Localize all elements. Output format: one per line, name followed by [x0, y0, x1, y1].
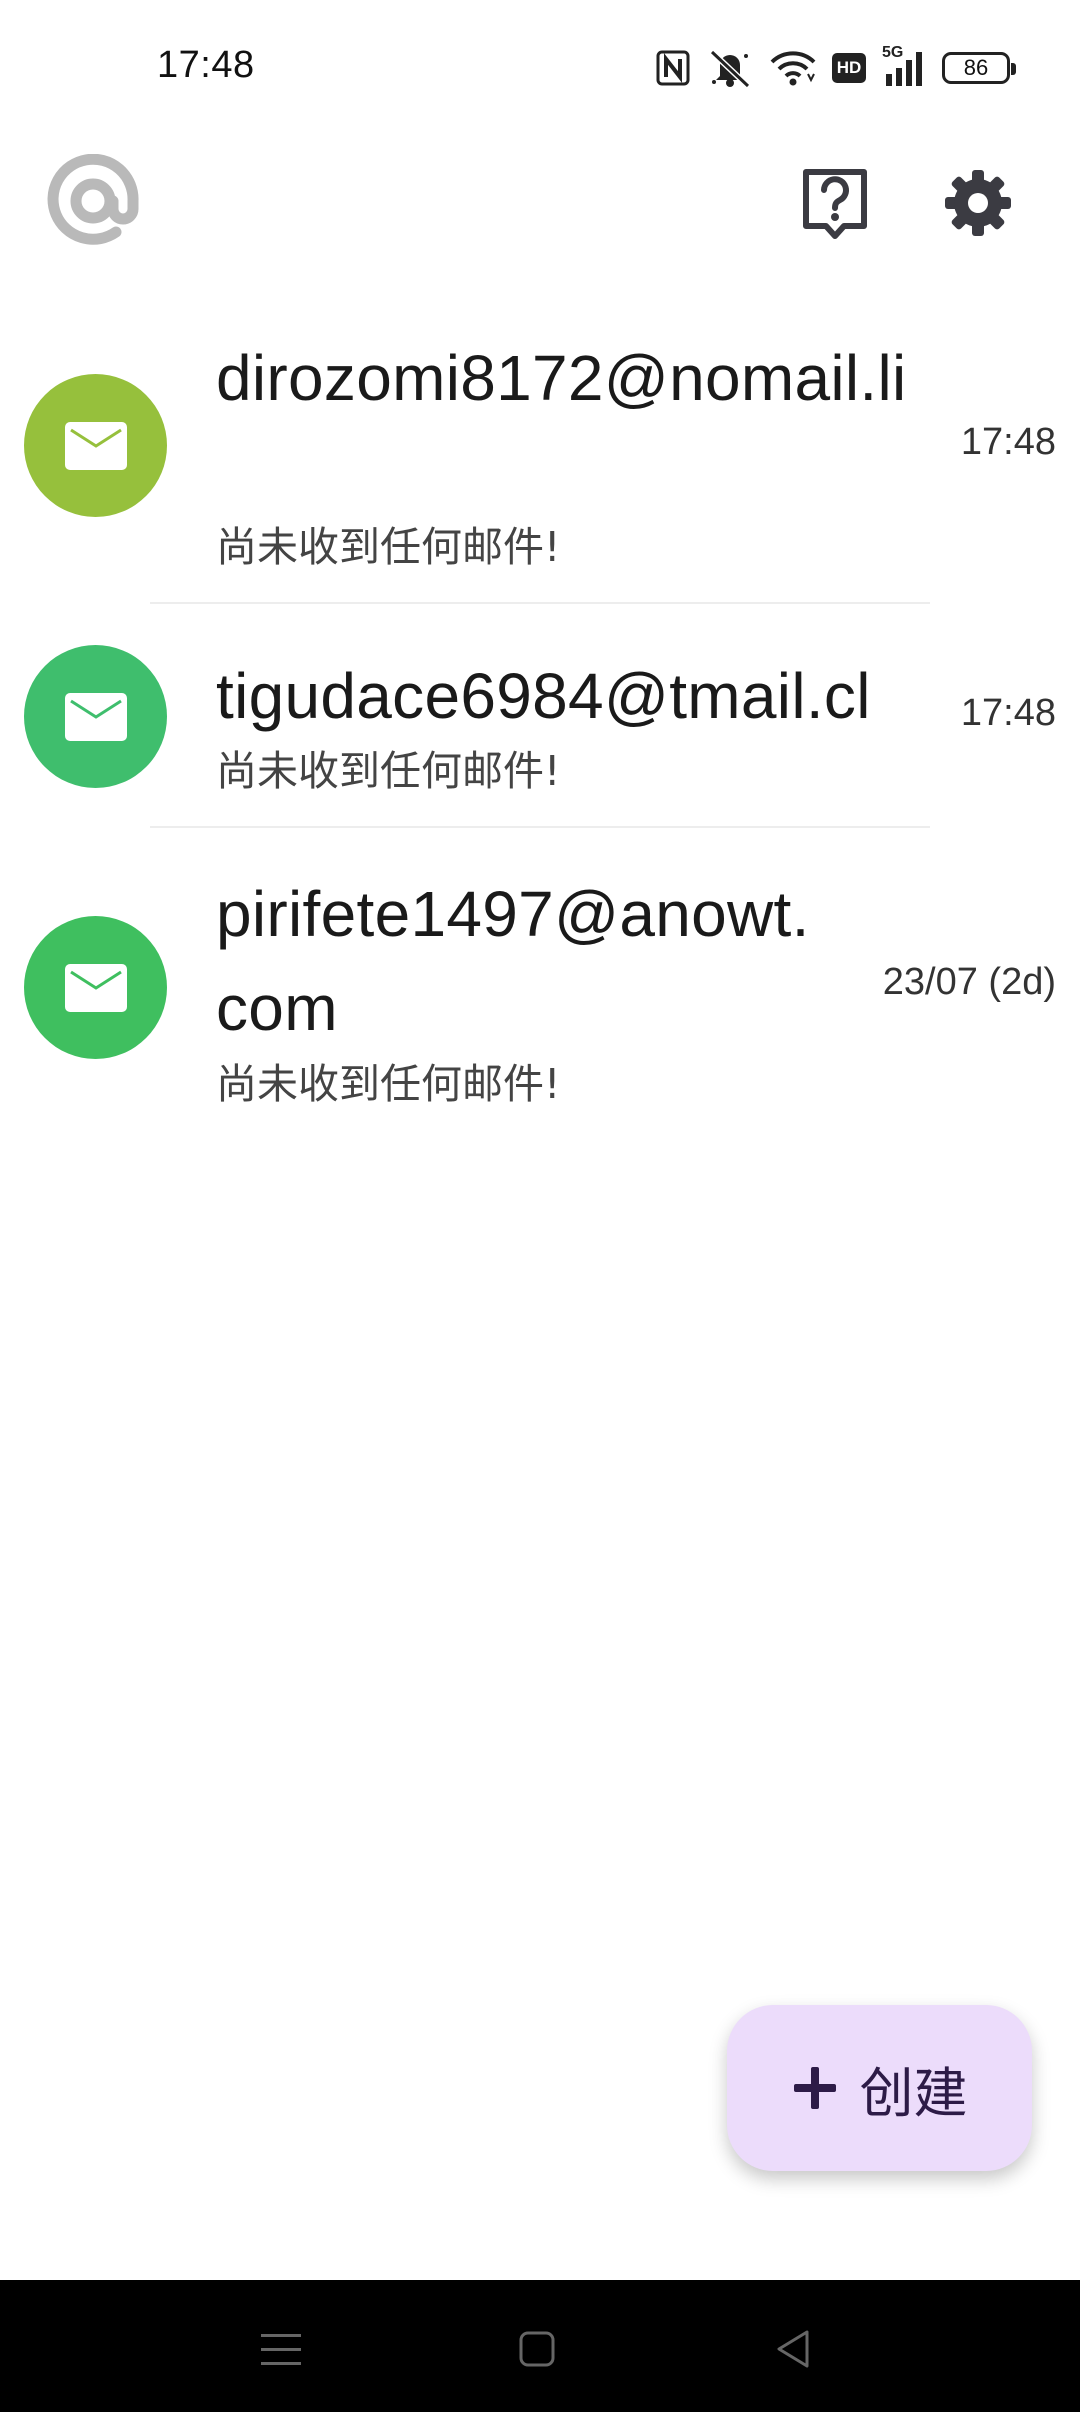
gear-icon[interactable] — [943, 168, 1013, 238]
email-status: 尚未收到任何邮件! — [216, 747, 561, 795]
screen: 17:48 HD 5G 86 dirozomi8172@nomail.li 尚未… — [0, 0, 1080, 2412]
email-address: tigudace6984@tmail.cl — [216, 660, 871, 732]
hd-icon: HD — [832, 53, 866, 83]
menu-icon[interactable] — [251, 2320, 311, 2380]
at-sign-icon — [46, 153, 140, 248]
list-item[interactable]: dirozomi8172@nomail.li 尚未收到任何邮件! 17:48 — [0, 320, 1080, 602]
nfc-icon — [656, 50, 690, 86]
list-item[interactable]: pirifete1497@anowt.com 尚未收到任何邮件! 23/07 (… — [0, 828, 1080, 1118]
create-button-label: 创建 — [859, 2061, 968, 2125]
mail-icon — [64, 692, 127, 741]
navigation-bar — [0, 2280, 1080, 2412]
help-icon[interactable] — [800, 166, 870, 242]
email-time: 17:48 — [960, 421, 1056, 463]
mute-icon — [706, 48, 754, 88]
wifi-icon — [770, 50, 816, 86]
email-address: pirifete1497@anowt.com — [216, 878, 810, 1044]
avatar — [24, 916, 167, 1059]
battery-level: 86 — [963, 55, 989, 80]
email-time: 23/07 (2d) — [882, 961, 1056, 1003]
plus-icon — [793, 2067, 836, 2109]
avatar — [24, 374, 167, 517]
email-time: 17:48 — [960, 692, 1056, 734]
list-item[interactable]: tigudace6984@tmail.cl 尚未收到任何邮件! 17:48 — [0, 604, 1080, 828]
avatar — [24, 645, 167, 788]
status-time: 17:48 — [157, 44, 255, 86]
mail-icon — [64, 421, 127, 470]
status-icons: HD 5G 86 — [656, 44, 1016, 92]
home-icon[interactable] — [507, 2320, 567, 2380]
create-button[interactable]: 创建 — [727, 2005, 1032, 2171]
email-status: 尚未收到任何邮件! — [216, 523, 561, 571]
mail-icon — [64, 963, 127, 1012]
back-icon[interactable] — [765, 2320, 825, 2380]
email-address: dirozomi8172@nomail.li — [216, 342, 907, 414]
signal-icon: 5G — [882, 44, 926, 88]
network-label: 5G — [882, 44, 904, 61]
battery-icon: 86 — [942, 52, 1016, 84]
email-status: 尚未收到任何邮件! — [216, 1060, 561, 1108]
app-bar — [0, 140, 1080, 270]
status-bar: 17:48 HD 5G 86 — [0, 0, 1080, 140]
